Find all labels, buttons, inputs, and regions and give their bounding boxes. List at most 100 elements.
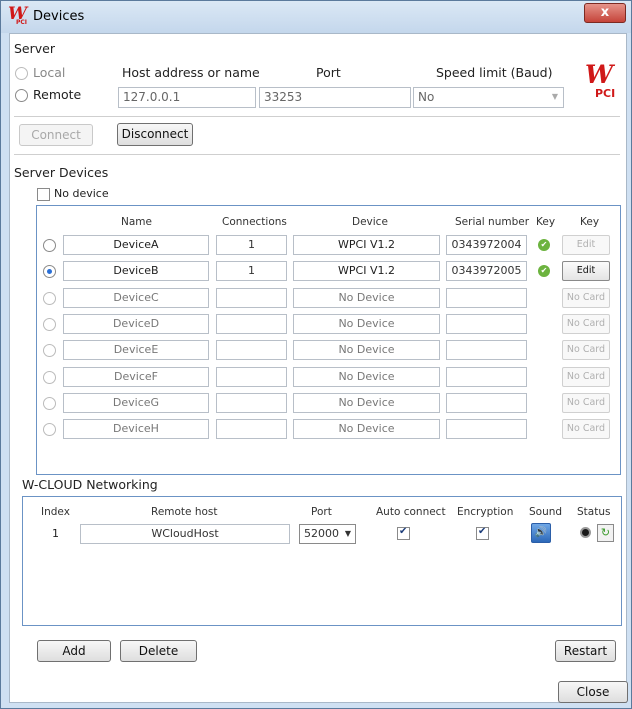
host-input[interactable]: 127.0.0.1 bbox=[118, 87, 256, 108]
no-device-label: No device bbox=[54, 187, 109, 200]
server-divider bbox=[14, 116, 620, 117]
connect-button[interactable]: Connect bbox=[19, 124, 93, 146]
device-serial-field: 0343972004 bbox=[446, 235, 527, 255]
port-label: Port bbox=[316, 65, 341, 80]
add-button[interactable]: Add bbox=[37, 640, 111, 662]
device-connections-field bbox=[216, 392, 287, 413]
device-select-radio[interactable] bbox=[43, 239, 56, 252]
restart-button[interactable]: Restart bbox=[555, 640, 616, 662]
column-header-key: Key bbox=[536, 216, 556, 228]
speed-select[interactable]: No ▼ bbox=[413, 87, 564, 108]
device-select-radio[interactable] bbox=[43, 423, 56, 437]
device-connections-field: 1 bbox=[216, 261, 287, 282]
device-connections-field bbox=[216, 340, 287, 361]
title-bar: W PCI Devices x bbox=[1, 1, 631, 33]
local-radio[interactable] bbox=[15, 67, 28, 80]
server-devices-table: Name Connections Device Serial number Ke… bbox=[36, 205, 621, 475]
cloud-header-auto-connect: Auto connect bbox=[376, 506, 446, 518]
key-ok-icon: ✔ bbox=[538, 239, 550, 251]
no-card-button[interactable]: No Card bbox=[562, 392, 610, 413]
device-connections-field bbox=[216, 313, 287, 334]
record-icon bbox=[580, 527, 591, 538]
device-name-field[interactable]: DeviceB bbox=[63, 261, 209, 282]
cloud-table: Index Remote host Port Auto connect Encr… bbox=[22, 496, 622, 626]
device-name-field[interactable]: DeviceC bbox=[63, 287, 209, 308]
device-model-field: No Device bbox=[293, 340, 440, 361]
chevron-down-icon: ▼ bbox=[551, 92, 558, 101]
no-card-button[interactable]: No Card bbox=[562, 313, 610, 334]
no-device-checkbox[interactable] bbox=[37, 188, 50, 201]
speed-select-value: No bbox=[418, 90, 435, 104]
device-select-radio[interactable] bbox=[43, 344, 56, 358]
cloud-section-label: W-CLOUD Networking bbox=[22, 477, 158, 492]
window-close-button[interactable]: x bbox=[584, 3, 626, 23]
device-model-field: No Device bbox=[293, 287, 440, 308]
device-select-radio[interactable] bbox=[43, 370, 56, 384]
device-name-field[interactable]: DeviceF bbox=[63, 366, 209, 387]
no-card-button[interactable]: No Card bbox=[562, 419, 610, 440]
delete-button[interactable]: Delete bbox=[120, 640, 197, 662]
close-icon: x bbox=[600, 5, 610, 20]
device-model-field: No Device bbox=[293, 392, 440, 413]
device-model-field: No Device bbox=[293, 419, 440, 440]
device-connections-field bbox=[216, 366, 287, 387]
device-name-field[interactable]: DeviceH bbox=[63, 419, 209, 440]
device-name-field[interactable]: DeviceD bbox=[63, 313, 209, 334]
device-select-radio[interactable] bbox=[43, 317, 56, 331]
remote-radio-label: Remote bbox=[33, 87, 82, 102]
device-serial-field bbox=[446, 287, 527, 308]
device-connections-field bbox=[216, 287, 287, 308]
device-serial-field bbox=[446, 366, 527, 387]
device-serial-field bbox=[446, 392, 527, 413]
device-name-field[interactable]: DeviceA bbox=[63, 235, 209, 255]
port-select-value: 52000 bbox=[304, 527, 339, 540]
port-input[interactable]: 33253 bbox=[259, 87, 411, 108]
device-model-field: WPCI V1.2 bbox=[293, 235, 440, 255]
no-card-button[interactable]: No Card bbox=[562, 366, 610, 387]
refresh-icon[interactable]: ↻ bbox=[597, 524, 614, 542]
close-button[interactable]: Close bbox=[558, 681, 628, 703]
device-select-radio[interactable] bbox=[43, 396, 56, 410]
brand-logo: W PCI bbox=[585, 60, 616, 100]
device-serial-field bbox=[446, 419, 527, 440]
no-card-button[interactable]: No Card bbox=[562, 287, 610, 308]
host-label: Host address or name bbox=[122, 65, 260, 80]
cloud-row-index: 1 bbox=[52, 527, 59, 540]
device-select-radio[interactable] bbox=[43, 291, 56, 305]
no-card-button[interactable]: No Card bbox=[562, 340, 610, 361]
local-radio-label: Local bbox=[33, 65, 66, 80]
edit-key-button[interactable]: Edit bbox=[562, 235, 610, 255]
device-name-field[interactable]: DeviceG bbox=[63, 392, 209, 413]
device-select-radio[interactable] bbox=[43, 265, 56, 279]
remote-host-input[interactable]: WCloudHost bbox=[80, 524, 290, 544]
column-header-device: Device bbox=[352, 216, 388, 228]
cloud-header-status: Status bbox=[577, 506, 611, 518]
cloud-header-encryption: Encryption bbox=[457, 506, 514, 518]
port-select[interactable]: 52000 ▼ bbox=[299, 524, 356, 544]
device-connections-field bbox=[216, 419, 287, 440]
key-ok-icon: ✔ bbox=[538, 265, 550, 278]
encryption-checkbox[interactable] bbox=[476, 526, 489, 540]
device-serial-field: 0343972005 bbox=[446, 261, 527, 282]
column-header-serial: Serial number bbox=[455, 216, 530, 228]
device-name-field[interactable]: DeviceE bbox=[63, 340, 209, 361]
cloud-header-sound: Sound bbox=[529, 506, 563, 518]
device-serial-field bbox=[446, 340, 527, 361]
speaker-icon[interactable]: 🔊 bbox=[531, 523, 551, 543]
devices-window: W PCI Devices x Server Local Remote Host… bbox=[0, 0, 632, 709]
cloud-header-index: Index bbox=[41, 506, 70, 518]
column-header-name: Name bbox=[121, 216, 152, 228]
device-serial-field bbox=[446, 313, 527, 334]
app-logo-icon: W PCI bbox=[8, 4, 28, 26]
client-area: Server Local Remote Host address or name… bbox=[9, 33, 628, 703]
cloud-header-port: Port bbox=[311, 506, 332, 518]
column-header-connections: Connections bbox=[222, 216, 287, 228]
disconnect-button[interactable]: Disconnect bbox=[117, 123, 193, 146]
device-connections-field: 1 bbox=[216, 235, 287, 255]
edit-key-button[interactable]: Edit bbox=[562, 261, 610, 282]
remote-radio[interactable] bbox=[15, 89, 28, 102]
device-model-field: No Device bbox=[293, 313, 440, 334]
chevron-down-icon: ▼ bbox=[344, 529, 351, 538]
server-devices-section-label: Server Devices bbox=[14, 165, 109, 180]
auto-connect-checkbox[interactable] bbox=[397, 526, 410, 540]
